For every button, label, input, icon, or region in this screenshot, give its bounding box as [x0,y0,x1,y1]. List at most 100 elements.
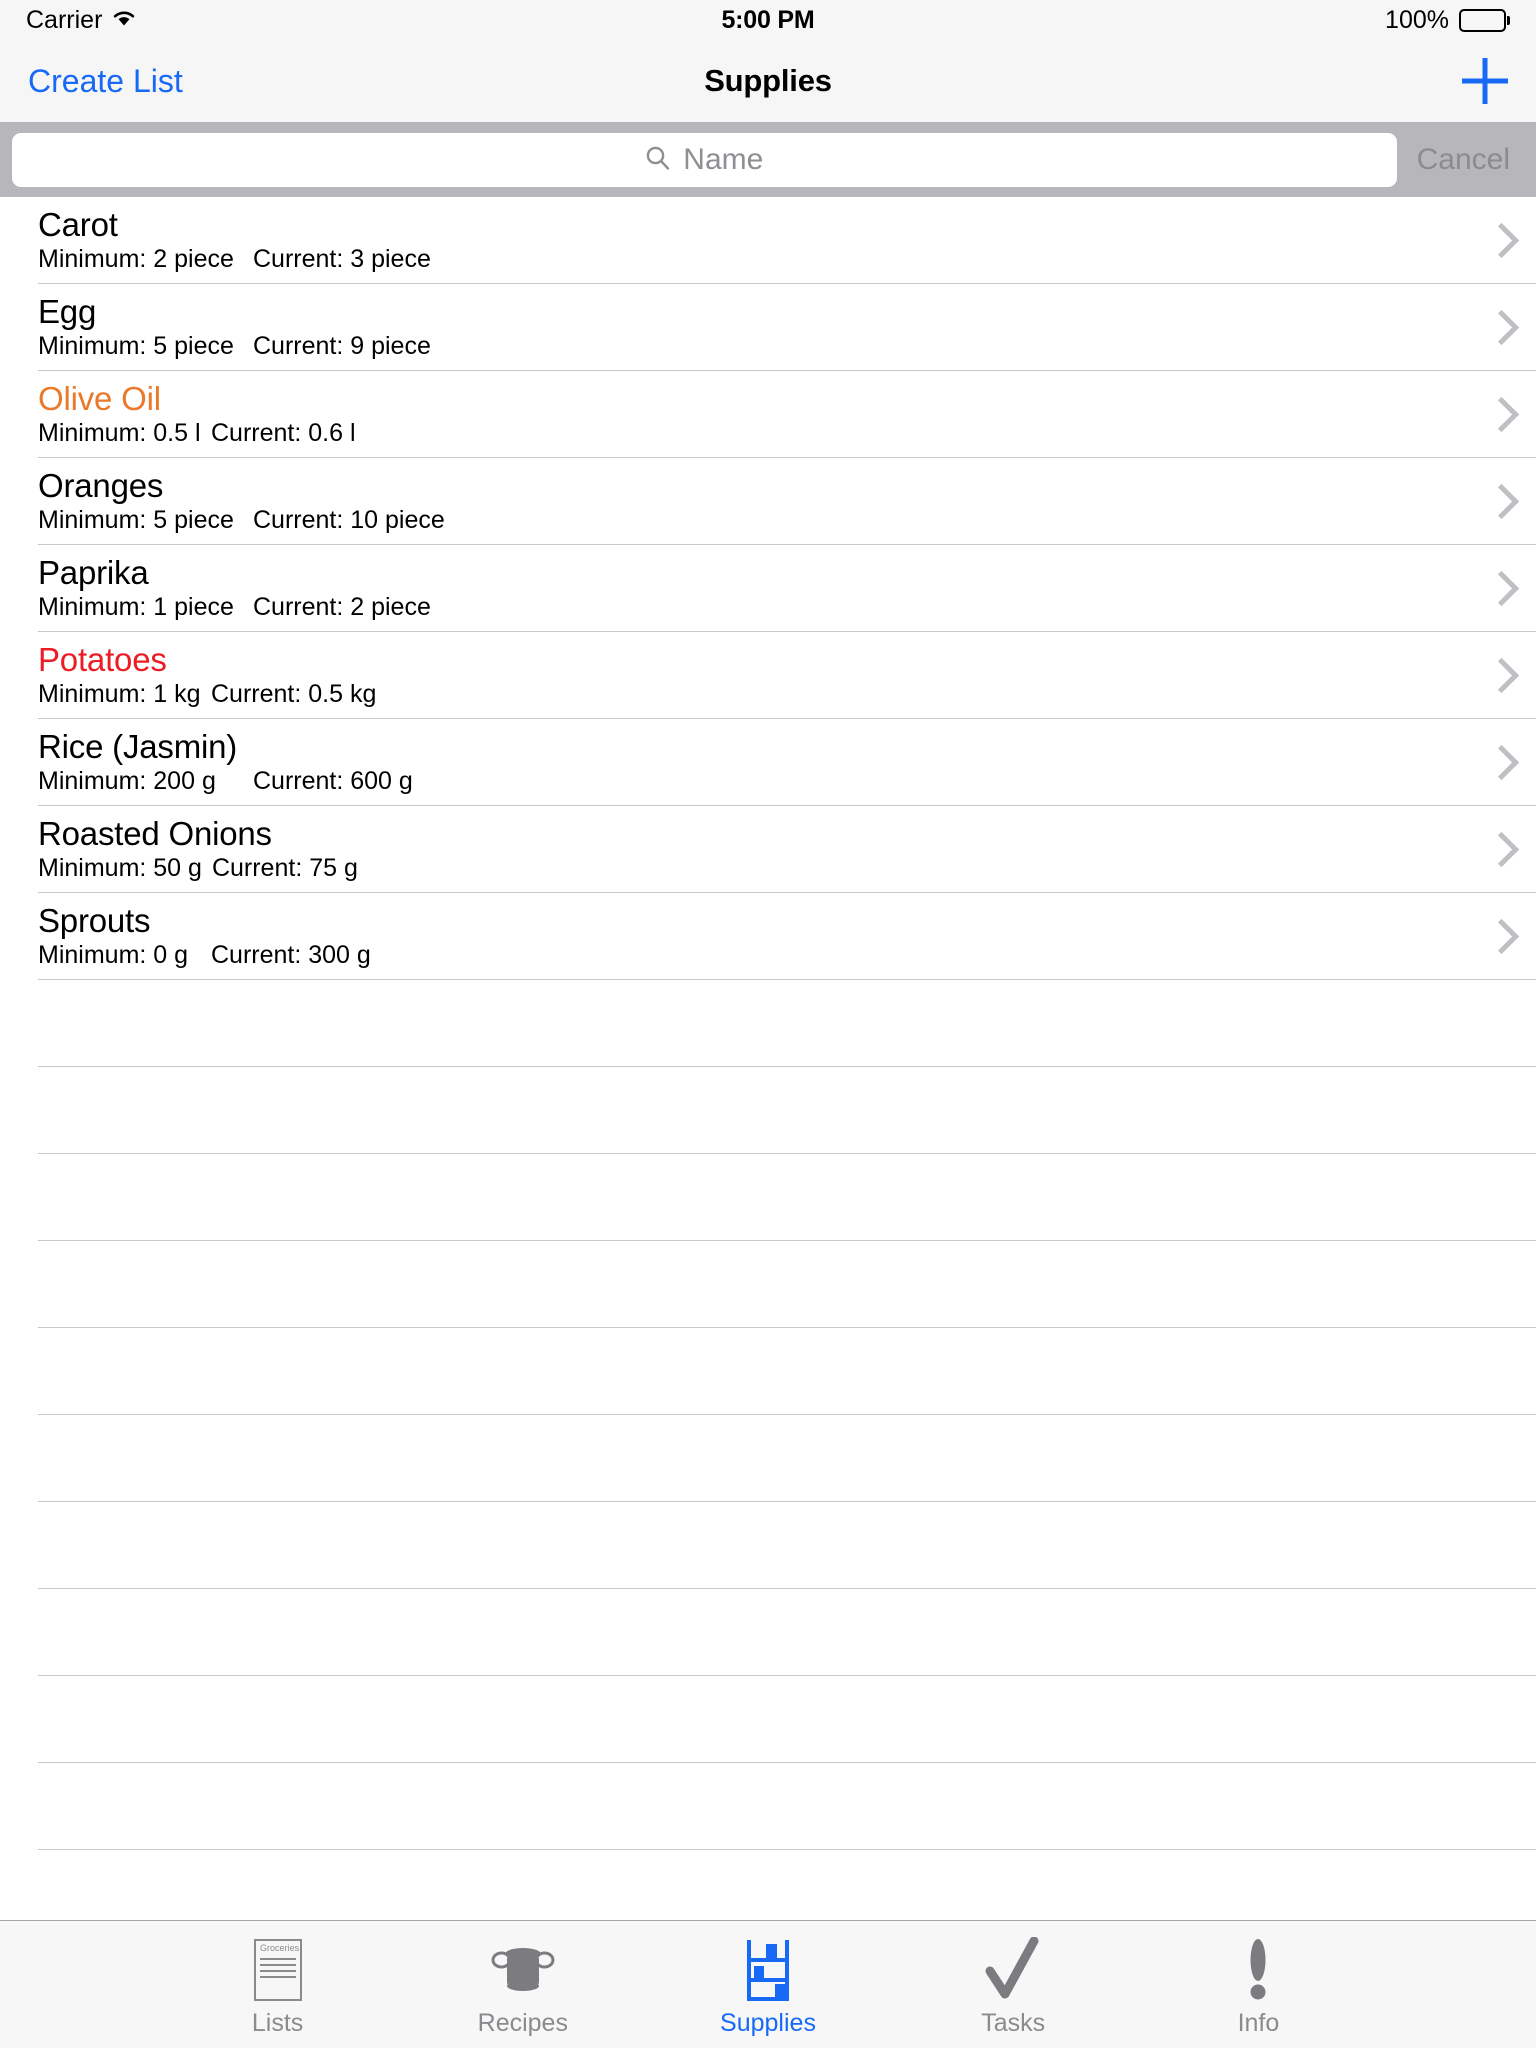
supply-quantities: Minimum: 0.5 l Current: 0.6 l [38,419,1446,448]
empty-table-row [38,1328,1536,1415]
search-bar: Name Cancel [0,123,1536,197]
supply-current: Current: 3 piece [253,244,431,273]
row-content: Egg Minimum: 5 piece Current: 9 piece [38,292,1466,361]
navigation-bar: Create List Supplies [0,40,1536,123]
supply-current: Current: 10 piece [253,505,445,534]
status-bar-right: 100% [1385,6,1510,35]
table-row[interactable]: Roasted Onions Minimum: 50 g Current: 75 g [38,806,1536,893]
search-placeholder: Name [683,143,764,176]
empty-table-row [38,1241,1536,1328]
table-row[interactable]: Carot Minimum: 2 piece Current: 3 piece [38,197,1536,284]
supply-name: Olive Oil [38,379,161,417]
empty-table-row [38,1763,1536,1850]
supply-minimum: Minimum: 1 piece [38,592,234,621]
battery-full-icon [1459,8,1510,32]
supply-quantities: Minimum: 5 piece Current: 10 piece [38,506,1446,535]
row-content: Oranges Minimum: 5 piece Current: 10 piece [38,467,1466,535]
table-row[interactable]: Potatoes Minimum: 1 kg Current: 0.5 kg [38,632,1536,719]
table-row[interactable]: Egg Minimum: 5 piece Current: 9 piece [38,284,1536,371]
empty-table-row [38,1676,1536,1763]
tab-label-recipes: Recipes [477,2009,568,2037]
supply-name: Carot [38,205,118,243]
tab-recipes[interactable]: Recipes [400,1921,645,2048]
supply-quantities: Minimum: 200 g Current: 600 g [38,767,1446,796]
chevron-right-icon[interactable] [1466,396,1536,432]
supply-minimum: Minimum: 200 g [38,766,216,795]
row-content: Paprika Minimum: 1 piece Current: 2 piece [38,553,1466,622]
supply-quantities: Minimum: 1 piece Current: 2 piece [38,593,1446,622]
search-icon [645,145,671,176]
empty-table-row [38,1589,1536,1676]
supply-quantities: Minimum: 50 g Current: 75 g [38,854,1446,883]
table-row[interactable]: Paprika Minimum: 1 piece Current: 2 piece [38,545,1536,632]
tab-label-tasks: Tasks [981,2009,1046,2037]
add-supply-button[interactable] [1462,58,1508,104]
cooking-pot-icon [487,1937,559,2003]
page-title: Supplies [704,63,832,98]
search-cancel-button[interactable]: Cancel [1397,143,1524,177]
tab-bar-right-spacer [1381,1921,1536,2048]
chevron-right-icon[interactable] [1466,918,1536,954]
status-bar: Carrier 5:00 PM 100% [0,0,1536,40]
battery-percent-label: 100% [1385,5,1449,34]
supply-current: Current: 0.6 l [211,418,356,447]
search-input[interactable]: Name [12,133,1397,187]
chevron-right-icon[interactable] [1466,309,1536,345]
row-content: Olive Oil Minimum: 0.5 l Current: 0.6 l [38,379,1466,448]
supply-minimum: Minimum: 0 g [38,940,189,969]
chevron-right-icon[interactable] [1466,570,1536,606]
row-content: Rice (Jasmin) Minimum: 200 g Current: 600 … [38,727,1466,796]
empty-table-row [38,980,1536,1067]
supply-quantities: Minimum: 5 piece Current: 9 piece [38,332,1446,361]
supply-quantities: Minimum: 0 g Current: 300 g [38,941,1446,970]
tab-info[interactable]: Info [1136,1921,1381,2048]
table-row[interactable]: Sprouts Minimum: 0 g Current: 300 g [38,893,1536,980]
tab-supplies[interactable]: Supplies [645,1921,890,2048]
exclamation-icon [1243,1937,1273,2003]
tab-lists[interactable]: Groceries Lists [155,1921,400,2048]
supply-quantities: Minimum: 1 kg Current: 0.5 kg [38,680,1446,709]
supply-name: Rice (Jasmin) [38,727,238,765]
tab-bar-left-spacer [0,1921,155,2048]
chevron-right-icon[interactable] [1466,831,1536,867]
table-row[interactable]: Rice (Jasmin) Minimum: 200 g Current: 600 … [38,719,1536,806]
supply-minimum: Minimum: 2 piece [38,244,234,273]
tab-label-lists: Lists [251,2009,304,2037]
supply-minimum: Minimum: 5 piece [38,505,234,534]
empty-table-row [38,1850,1536,1920]
supply-current: Current: 0.5 kg [211,679,377,708]
status-bar-time: 5:00 PM [721,5,815,34]
empty-table-row [38,1415,1536,1502]
supply-name: Sprouts [38,901,151,939]
row-content: Carot Minimum: 2 piece Current: 3 piece [38,205,1466,274]
supply-current: Current: 300 g [211,940,371,969]
supply-name: Potatoes [38,640,167,678]
supply-current: Current: 75 g [211,853,358,882]
supply-name: Roasted Onions [38,814,272,852]
shelf-icon [740,1937,796,2003]
supply-name: Egg [38,292,97,330]
supply-minimum: Minimum: 1 kg [38,679,201,708]
supply-minimum: Minimum: 5 piece [38,331,234,360]
tab-bar: Groceries Lists Recipes Supplies Tasks I… [0,1920,1536,2048]
supply-current: Current: 2 piece [253,592,431,621]
chevron-right-icon[interactable] [1466,483,1536,519]
empty-table-row [38,1067,1536,1154]
create-list-button[interactable]: Create List [28,63,183,100]
table-row[interactable]: Oranges Minimum: 5 piece Current: 10 piece [38,458,1536,545]
notepad-icon: Groceries [253,1937,302,2003]
table-row[interactable]: Olive Oil Minimum: 0.5 l Current: 0.6 l [38,371,1536,458]
plus-icon [1462,58,1508,104]
supply-quantities: Minimum: 2 piece Current: 3 piece [38,245,1446,274]
supplies-list: Carot Minimum: 2 piece Current: 3 piece Egg… [0,197,1536,1920]
supply-current: Current: 9 piece [253,331,431,360]
search-input-inner: Name [645,143,763,177]
notepad-word-label: Groceries [259,1943,299,1954]
chevron-right-icon[interactable] [1466,744,1536,780]
tab-tasks[interactable]: Tasks [891,1921,1136,2048]
supply-name: Paprika [38,553,149,591]
tab-label-supplies: Supplies [720,2009,816,2037]
chevron-right-icon[interactable] [1466,222,1536,258]
chevron-right-icon[interactable] [1466,657,1536,693]
app-root: Carrier 5:00 PM 100% Create List Supplie… [0,0,1536,2048]
